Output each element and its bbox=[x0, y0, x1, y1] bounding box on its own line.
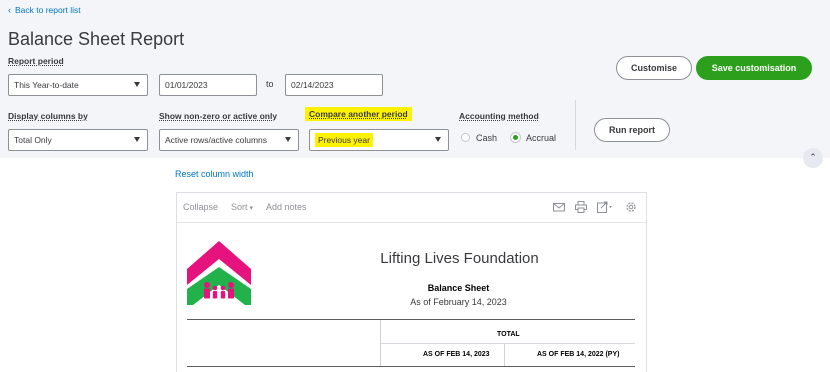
chevron-left-icon: ‹ bbox=[8, 5, 11, 15]
column-header-rule bbox=[187, 366, 635, 367]
method-cash-radio[interactable]: Cash bbox=[461, 133, 497, 143]
chevron-down-icon bbox=[285, 137, 291, 142]
report-name: Balance Sheet bbox=[427, 283, 490, 293]
report-period-label: Report period bbox=[8, 56, 64, 66]
divider bbox=[575, 100, 576, 150]
column-divider bbox=[504, 344, 505, 366]
report-toolbar: Collapse Sort ▾ Add notes bbox=[177, 193, 646, 223]
customise-button[interactable]: Customise bbox=[616, 56, 692, 80]
print-icon[interactable] bbox=[575, 201, 587, 213]
column-header-prior-year: AS OF FEB 14, 2022 (PY) bbox=[537, 351, 620, 358]
subheader-rule bbox=[381, 343, 635, 344]
compare-period-label: Compare another period bbox=[305, 107, 412, 121]
display-columns-label: Display columns by bbox=[8, 111, 88, 121]
page-title: Balance Sheet Report bbox=[8, 29, 185, 49]
run-report-button[interactable]: Run report bbox=[594, 118, 670, 142]
report-content: Lifting Lives Foundation Balance Sheet A… bbox=[177, 224, 646, 372]
show-nonzero-select[interactable]: Active rows/active columns bbox=[159, 129, 299, 151]
caret-down-icon: ▾ bbox=[247, 205, 253, 212]
to-label: to bbox=[266, 79, 274, 89]
sort-dropdown[interactable]: Sort ▾ bbox=[231, 202, 253, 212]
settings-icon[interactable] bbox=[625, 201, 637, 213]
report-settings-panel: ‹ Back to report list Balance Sheet Repor… bbox=[0, 0, 830, 158]
report-period-select[interactable]: This Year-to-date bbox=[8, 74, 148, 96]
reset-column-width-link[interactable]: Reset column width bbox=[175, 169, 254, 179]
company-name: Lifting Lives Foundation bbox=[380, 250, 539, 267]
export-icon[interactable] bbox=[597, 201, 613, 213]
header-rule bbox=[187, 319, 635, 320]
chevron-up-icon: ⌃ bbox=[809, 152, 817, 162]
radio-unselected-icon bbox=[461, 133, 470, 142]
back-to-report-list-link[interactable]: ‹ Back to report list bbox=[8, 5, 81, 15]
report-date: As of February 14, 2023 bbox=[410, 297, 507, 307]
compare-period-select[interactable]: Previous year bbox=[309, 129, 449, 151]
save-customisation-button[interactable]: Save customisation bbox=[696, 56, 812, 80]
mail-icon[interactable] bbox=[553, 201, 565, 213]
collapse-settings-button[interactable]: ⌃ bbox=[803, 148, 823, 168]
report-panel: Collapse Sort ▾ Add notes Lifting Lives … bbox=[176, 192, 647, 372]
chevron-down-icon bbox=[134, 137, 140, 142]
date-to-field[interactable]: 02/14/2023 bbox=[285, 74, 383, 96]
display-columns-select[interactable]: Total Only bbox=[8, 129, 148, 151]
chevron-down-icon bbox=[435, 137, 441, 142]
add-notes-link[interactable]: Add notes bbox=[266, 202, 307, 212]
accounting-method-label: Accounting method bbox=[459, 111, 539, 121]
radio-selected-icon bbox=[511, 133, 520, 142]
method-accrual-radio[interactable]: Accrual bbox=[511, 133, 556, 143]
chevron-down-icon bbox=[134, 82, 140, 87]
collapse-link[interactable]: Collapse bbox=[183, 202, 218, 212]
show-nonzero-label: Show non-zero or active only bbox=[159, 111, 278, 121]
column-header-current: AS OF FEB 14, 2023 bbox=[423, 351, 490, 358]
total-column-header: TOTAL bbox=[497, 331, 520, 338]
date-from-field[interactable]: 01/01/2023 bbox=[159, 74, 257, 96]
